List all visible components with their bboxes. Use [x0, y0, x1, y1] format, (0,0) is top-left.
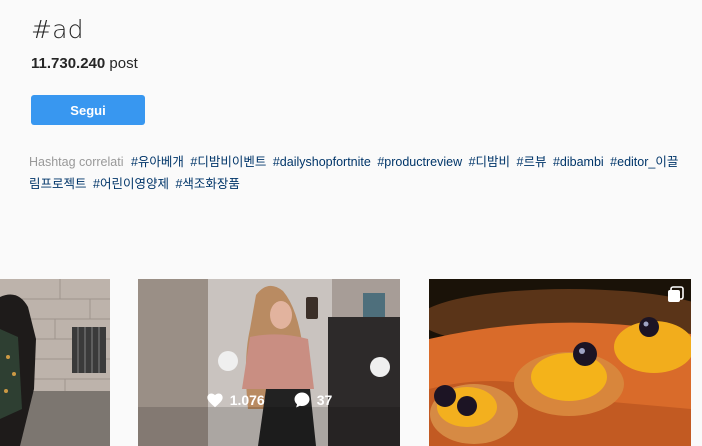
related-hashtag-link[interactable]: #productreview [377, 155, 462, 169]
post-count-number: 11.730.240 [31, 55, 106, 72]
post-image [0, 279, 110, 446]
related-hashtag-link[interactable]: #색조화장품 [175, 177, 239, 191]
post-count: 11.730.240 post [31, 55, 691, 73]
related-hashtags-label: Hashtag correlati [29, 155, 124, 169]
hashtag-header: #ad 11.730.240 post Segui [31, 14, 691, 125]
related-hashtag-link[interactable]: #르뷰 [517, 155, 547, 169]
comment-icon [294, 392, 310, 408]
related-hashtag-link[interactable]: #dibambi [553, 155, 604, 169]
hashtag-title: #ad [31, 15, 84, 44]
related-hashtag-link[interactable]: #디밤비 [469, 155, 510, 169]
heart-icon [207, 393, 223, 408]
likes-stat: 1.076 [206, 392, 265, 408]
related-hashtag-link[interactable]: #디밤비이벤트 [190, 155, 266, 169]
related-hashtag-link[interactable]: #유아베개 [131, 155, 184, 169]
related-hashtags: Hashtag correlati #유아베개 #디밤비이벤트 #dailysh… [29, 151, 679, 195]
post-thumbnail[interactable] [0, 279, 110, 446]
likes-count: 1.076 [229, 392, 265, 408]
follow-button[interactable]: Segui [31, 95, 145, 125]
post-stats-overlay: 1.076 37 [138, 391, 400, 409]
post-thumbnail[interactable]: 1.076 37 [138, 279, 400, 446]
multi-image-icon [668, 286, 684, 302]
post-image [138, 279, 400, 446]
post-image [429, 279, 691, 446]
comments-count: 37 [316, 392, 333, 408]
comments-stat: 37 [293, 391, 333, 409]
post-count-label: post [109, 55, 138, 72]
related-hashtag-link[interactable]: #dailyshopfortnite [273, 155, 371, 169]
post-thumbnail[interactable] [429, 279, 691, 446]
related-hashtag-link[interactable]: #어린이영양제 [93, 177, 169, 191]
